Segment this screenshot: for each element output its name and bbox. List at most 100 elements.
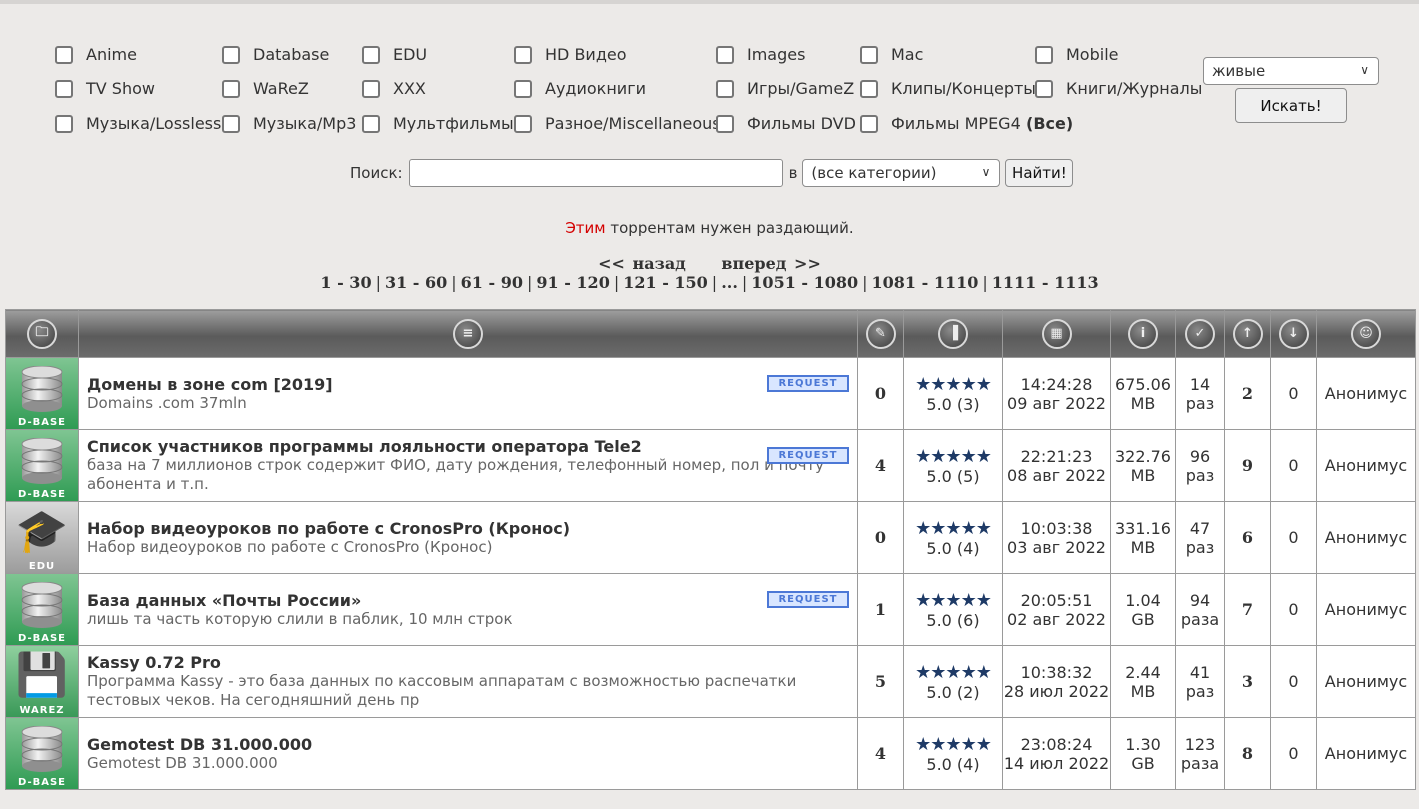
seeders-count[interactable]: 8 — [1224, 717, 1271, 790]
seeders-count[interactable]: 3 — [1224, 645, 1271, 718]
category-films-dvd[interactable]: Фильмы DVD — [716, 114, 856, 133]
category-music-lossless[interactable]: Музыка/Lossless — [55, 114, 221, 133]
category-anime[interactable]: Anime — [55, 45, 137, 64]
comments-count[interactable]: 0 — [857, 501, 904, 574]
header-uploader[interactable]: ☺ — [1316, 309, 1416, 358]
category-images[interactable]: Images — [716, 45, 805, 64]
checkbox[interactable] — [716, 114, 734, 133]
header-name[interactable]: ≡ — [78, 309, 858, 358]
filter-search-button[interactable]: Искать! — [1235, 88, 1347, 123]
leechers-count[interactable]: 0 — [1270, 429, 1317, 502]
category-image[interactable]: 🎓 EDU — [6, 502, 78, 573]
checkbox[interactable] — [222, 114, 240, 133]
category-edu[interactable]: EDU — [362, 45, 427, 64]
category-misc[interactable]: Разное/Miscellaneous — [514, 114, 721, 133]
checkbox[interactable] — [55, 45, 73, 64]
leechers-count[interactable]: 0 — [1270, 573, 1317, 646]
checkbox[interactable] — [222, 79, 240, 98]
checkbox[interactable] — [716, 45, 734, 64]
comments-count[interactable]: 5 — [857, 645, 904, 718]
page-link[interactable]: 1 - 30 — [320, 273, 371, 292]
checkbox[interactable] — [860, 79, 878, 98]
category-tv-show[interactable]: TV Show — [55, 79, 155, 98]
all-categories-link[interactable]: (Все) — [1026, 114, 1073, 133]
torrent-title-link[interactable]: Gemotest DB 31.000.000 — [87, 735, 849, 754]
request-badge[interactable]: REQUEST — [767, 447, 849, 464]
comments-count[interactable]: 4 — [857, 429, 904, 502]
seeders-count[interactable]: 2 — [1224, 357, 1271, 430]
torrent-title-link[interactable]: Домены в зоне com [2019] — [87, 375, 849, 394]
category-audiobooks[interactable]: Аудиокниги — [514, 79, 646, 98]
search-input[interactable] — [408, 159, 783, 187]
leechers-count[interactable]: 0 — [1270, 717, 1317, 790]
checkbox[interactable] — [362, 79, 380, 98]
page-link[interactable]: 1111 - 1113 — [992, 273, 1099, 292]
page-link[interactable]: 61 - 90 — [461, 273, 523, 292]
page-link[interactable]: 31 - 60 — [385, 273, 447, 292]
comments-count[interactable]: 0 — [857, 357, 904, 430]
status-select[interactable]: живые ∨ — [1203, 57, 1379, 85]
next-page-link[interactable]: вперед >> — [721, 254, 820, 273]
category-clips[interactable]: Клипы/Концерты — [860, 79, 1036, 98]
find-button[interactable]: Найти! — [1005, 159, 1074, 187]
category-image[interactable]: D-BASE — [6, 718, 78, 789]
header-completed[interactable]: ✓ — [1175, 309, 1225, 358]
category-xxx[interactable]: XXX — [362, 79, 426, 98]
page-link[interactable]: 91 - 120 — [536, 273, 609, 292]
category-warez[interactable]: WaReZ — [222, 79, 309, 98]
category-database[interactable]: Database — [222, 45, 329, 64]
checkbox[interactable] — [860, 114, 878, 133]
request-badge[interactable]: REQUEST — [767, 375, 849, 392]
seeders-count[interactable]: 7 — [1224, 573, 1271, 646]
all-label[interactable]: (Все) — [1026, 114, 1073, 133]
page-link[interactable]: 121 - 150 — [623, 273, 708, 292]
prev-page-link[interactable]: << назад — [598, 254, 686, 273]
header-seeders[interactable]: ↑ — [1224, 309, 1271, 358]
checkbox[interactable] — [55, 79, 73, 98]
header-comments[interactable]: ✎ — [857, 309, 904, 358]
checkbox[interactable] — [362, 45, 380, 64]
leechers-count[interactable]: 0 — [1270, 357, 1317, 430]
torrent-title-link[interactable]: Kassy 0.72 Pro — [87, 653, 849, 672]
checkbox[interactable] — [860, 45, 878, 64]
category-cartoons[interactable]: Мультфильмы — [362, 114, 514, 133]
leechers-count[interactable]: 0 — [1270, 501, 1317, 574]
category-image[interactable]: D-BASE — [6, 358, 78, 429]
request-badge[interactable]: REQUEST — [767, 591, 849, 608]
category-books[interactable]: Книги/Журналы — [1035, 79, 1202, 98]
header-date[interactable]: ▦ — [1002, 309, 1111, 358]
comments-count[interactable]: 1 — [857, 573, 904, 646]
comments-count[interactable]: 4 — [857, 717, 904, 790]
category-select[interactable]: (все категории) ∨ — [802, 159, 1001, 187]
checkbox[interactable] — [362, 114, 380, 133]
checkbox[interactable] — [1035, 79, 1053, 98]
torrent-title-link[interactable]: Список участников программы лояльности о… — [87, 437, 849, 456]
checkbox[interactable] — [222, 45, 240, 64]
header-rating[interactable]: ▐ — [903, 309, 1003, 358]
category-mobile[interactable]: Mobile — [1035, 45, 1118, 64]
category-music-mp3[interactable]: Музыка/Mp3 — [222, 114, 356, 133]
category-games[interactable]: Игры/GameZ — [716, 79, 854, 98]
category-mac[interactable]: Mac — [860, 45, 923, 64]
category-image[interactable]: D-BASE — [6, 430, 78, 501]
checkbox[interactable] — [514, 45, 532, 64]
page-link[interactable]: 1051 - 1080 — [751, 273, 858, 292]
checkbox[interactable] — [1035, 45, 1053, 64]
category-image[interactable]: 💾 WAREZ — [6, 646, 78, 717]
checkbox[interactable] — [514, 114, 532, 133]
seeders-count[interactable]: 9 — [1224, 429, 1271, 502]
notice-link[interactable]: Этим — [565, 219, 605, 237]
checkbox[interactable] — [55, 114, 73, 133]
header-category[interactable]: 🗀 — [5, 309, 79, 358]
header-size[interactable]: i — [1110, 309, 1176, 358]
category-films-mpeg4[interactable]: Фильмы MPEG4 — [860, 114, 1021, 133]
category-image[interactable]: D-BASE — [6, 574, 78, 645]
seeders-count[interactable]: 6 — [1224, 501, 1271, 574]
checkbox[interactable] — [514, 79, 532, 98]
page-link[interactable]: 1081 - 1110 — [872, 273, 979, 292]
category-hd-video[interactable]: HD Видео — [514, 45, 627, 64]
torrent-title-link[interactable]: Набор видеоуроков по работе с CronosPro … — [87, 519, 849, 538]
header-leechers[interactable]: ↓ — [1270, 309, 1317, 358]
torrent-title-link[interactable]: База данных «Почты России» — [87, 591, 849, 610]
leechers-count[interactable]: 0 — [1270, 645, 1317, 718]
